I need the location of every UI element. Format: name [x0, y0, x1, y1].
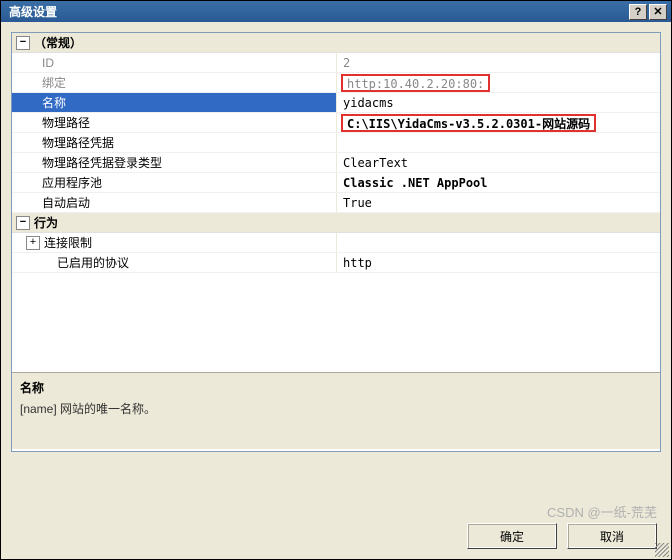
binding-value: http:10.40.2.20:80:	[341, 74, 490, 92]
cancel-button[interactable]: 取消	[567, 523, 657, 549]
prop-row-logon-type[interactable]: 物理路径凭据登录类型 ClearText	[12, 153, 660, 173]
prop-label: 绑定	[12, 73, 337, 92]
prop-value	[337, 233, 660, 252]
category-label-behavior: 行为	[34, 214, 660, 231]
watermark: CSDN @一纸-荒芜	[547, 502, 657, 521]
prop-value: http:10.40.2.20:80:	[337, 73, 660, 92]
connection-limit-label: 连接限制	[44, 234, 92, 251]
prop-row-app-pool[interactable]: 应用程序池 Classic .NET AppPool	[12, 173, 660, 193]
prop-row-enabled-protocols[interactable]: 已启用的协议 http	[12, 253, 660, 273]
dialog-title: 高级设置	[5, 3, 629, 20]
description-title: 名称	[20, 379, 652, 396]
collapse-icon[interactable]: −	[16, 36, 30, 50]
button-bar: 确定 取消	[467, 523, 657, 549]
prop-value: 2	[337, 53, 660, 72]
prop-row-physical-path[interactable]: 物理路径 C:\IIS\YidaCms-v3.5.2.0301-网站源码	[12, 113, 660, 133]
prop-label: 物理路径凭据登录类型	[12, 153, 337, 172]
description-text: [name] 网站的唯一名称。	[20, 400, 652, 417]
description-panel: 名称 [name] 网站的唯一名称。	[12, 373, 660, 449]
category-label-general: （常规）	[34, 34, 660, 51]
property-grid: − （常规） ID 2 绑定 http:10.40.2.20:80: 名称 yi…	[11, 32, 661, 452]
ok-button[interactable]: 确定	[467, 523, 557, 549]
help-button[interactable]: ?	[629, 4, 647, 20]
prop-row-name[interactable]: 名称 yidacms	[12, 93, 660, 113]
grid-rows: − （常规） ID 2 绑定 http:10.40.2.20:80: 名称 yi…	[12, 33, 660, 373]
collapse-icon[interactable]: −	[16, 216, 30, 230]
prop-value: Classic .NET AppPool	[337, 173, 660, 192]
prop-value: ClearText	[337, 153, 660, 172]
prop-value[interactable]: yidacms	[337, 93, 660, 112]
prop-label: 物理路径	[12, 113, 337, 132]
titlebar: 高级设置 ? ✕	[0, 0, 672, 22]
prop-row-connection-limit[interactable]: + 连接限制	[12, 233, 660, 253]
prop-label: 已启用的协议	[12, 253, 337, 272]
prop-row-binding[interactable]: 绑定 http:10.40.2.20:80:	[12, 73, 660, 93]
prop-value: C:\IIS\YidaCms-v3.5.2.0301-网站源码	[337, 113, 660, 132]
dialog-body: − （常规） ID 2 绑定 http:10.40.2.20:80: 名称 yi…	[0, 22, 672, 560]
prop-label: 物理路径凭据	[12, 133, 337, 152]
category-behavior: − 行为	[12, 213, 660, 233]
prop-label: + 连接限制	[12, 233, 337, 252]
prop-label: 应用程序池	[12, 173, 337, 192]
prop-label: 自动启动	[12, 193, 337, 212]
prop-value	[337, 133, 660, 152]
prop-value: True	[337, 193, 660, 212]
prop-row-id[interactable]: ID 2	[12, 53, 660, 73]
path-value: C:\IIS\YidaCms-v3.5.2.0301-网站源码	[341, 114, 596, 132]
grid-empty-area	[12, 273, 660, 372]
prop-label: 名称	[12, 93, 337, 112]
prop-row-autostart[interactable]: 自动启动 True	[12, 193, 660, 213]
resize-grip-icon[interactable]	[655, 543, 669, 557]
expand-icon[interactable]: +	[26, 236, 40, 250]
category-general: − （常规）	[12, 33, 660, 53]
prop-value: http	[337, 253, 660, 272]
close-button[interactable]: ✕	[649, 4, 667, 20]
prop-row-credentials[interactable]: 物理路径凭据	[12, 133, 660, 153]
prop-label: ID	[12, 53, 337, 72]
titlebar-buttons: ? ✕	[629, 4, 667, 20]
